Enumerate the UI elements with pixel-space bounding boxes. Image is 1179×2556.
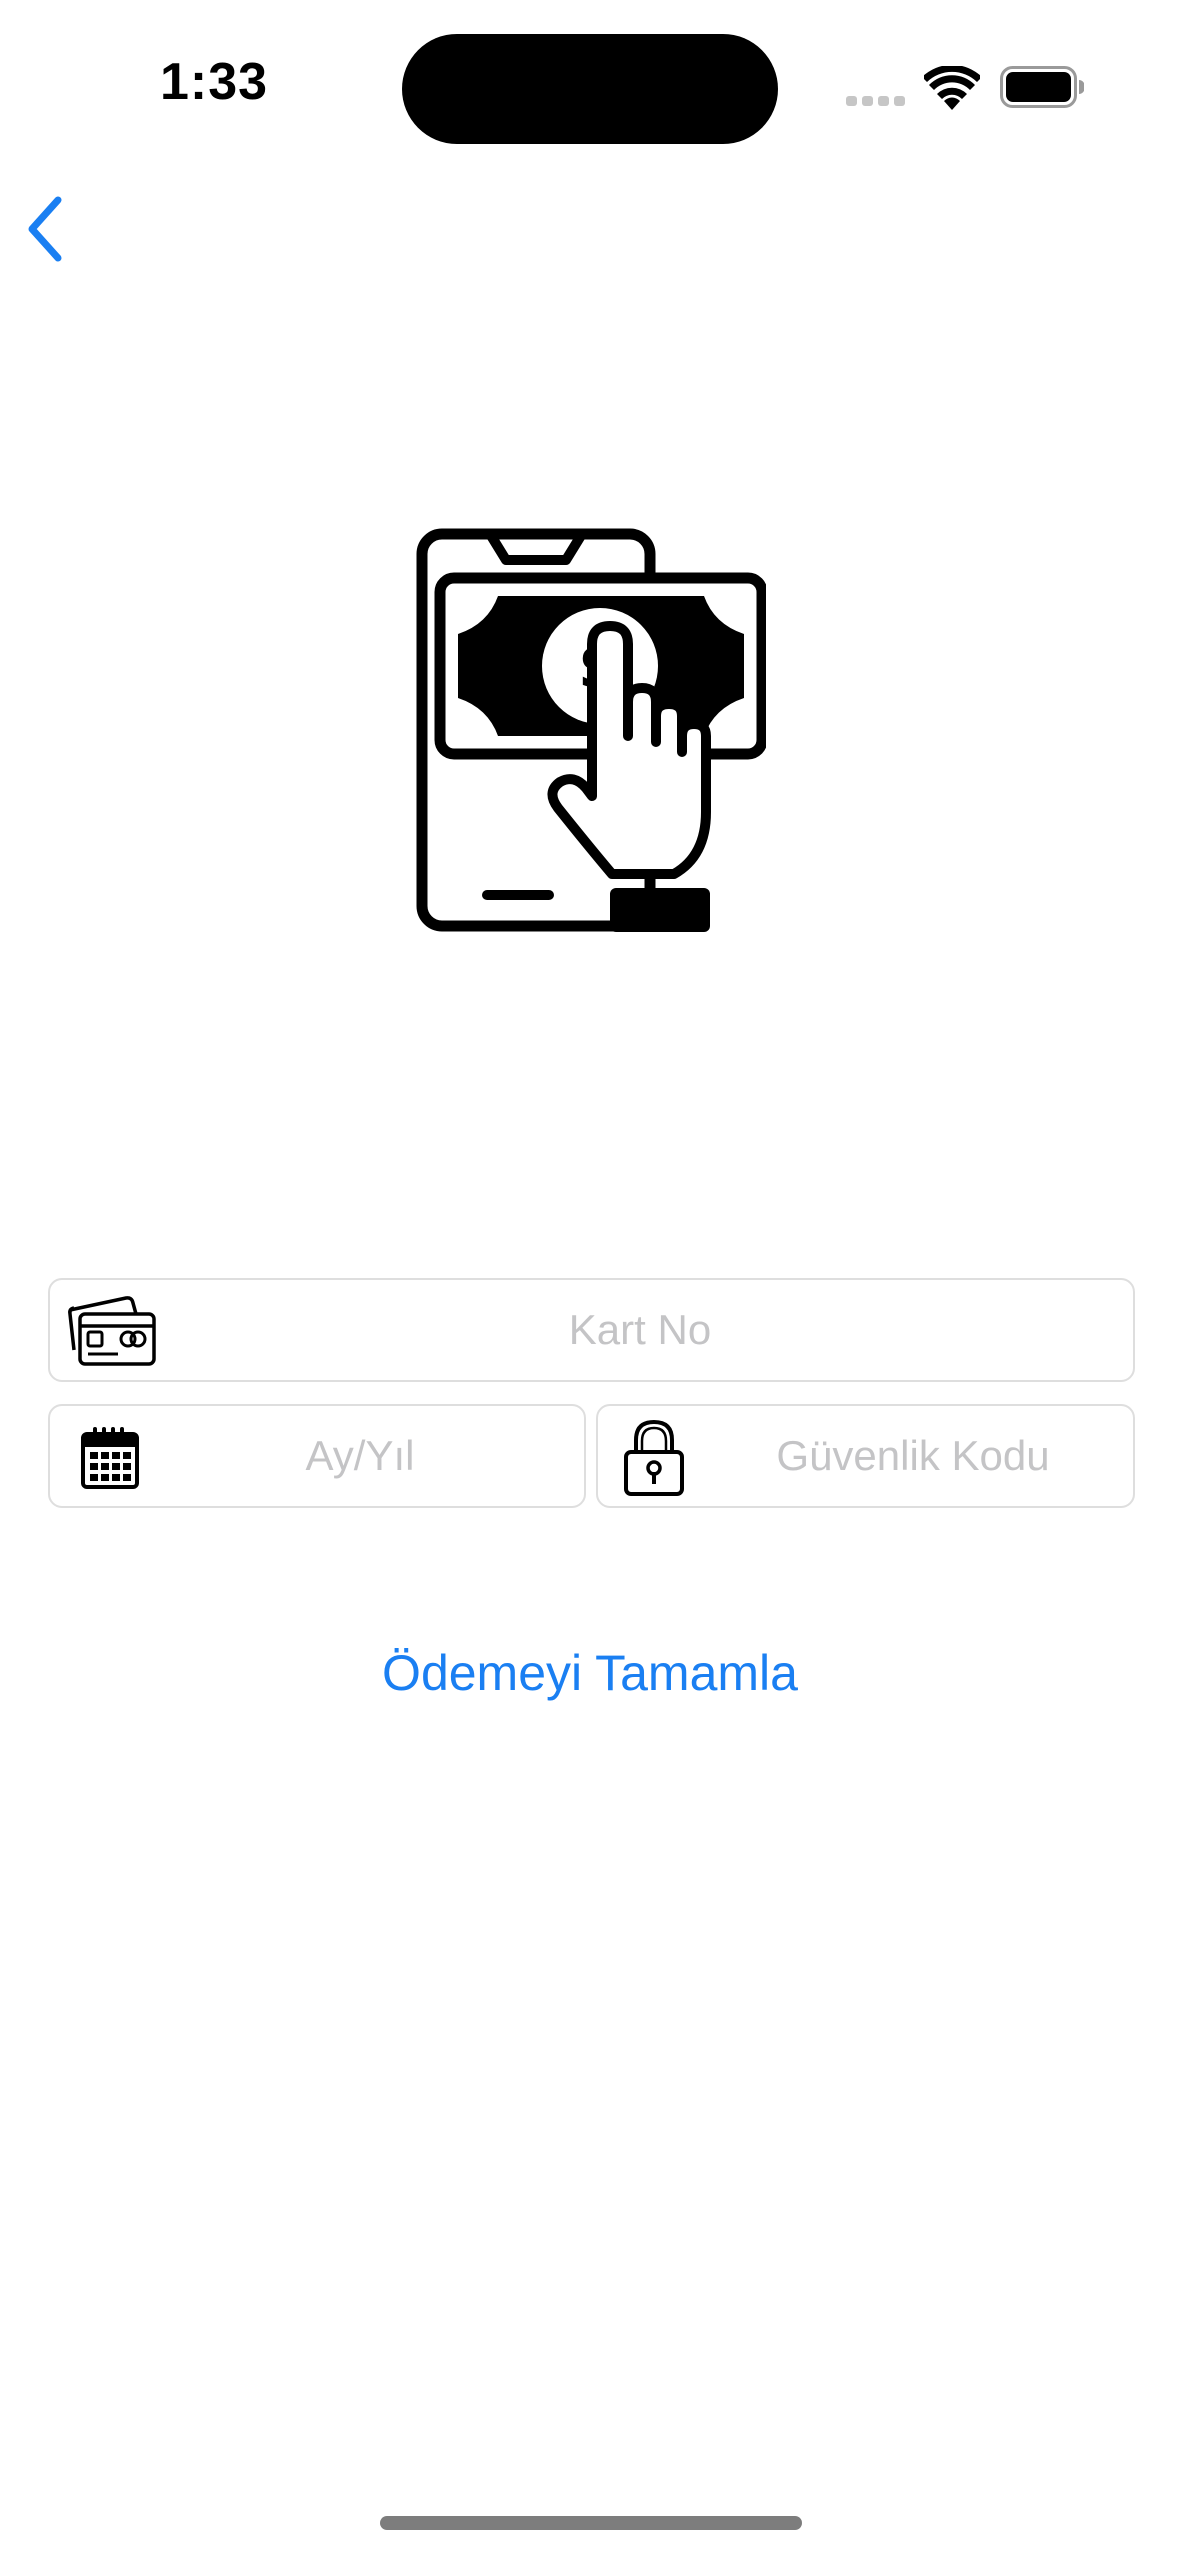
card-number-field[interactable] xyxy=(48,1278,1135,1382)
credit-card-icon xyxy=(68,1296,156,1366)
home-indicator[interactable] xyxy=(380,2516,802,2530)
battery-icon xyxy=(1000,66,1084,108)
security-code-input[interactable] xyxy=(698,1406,1128,1506)
status-bar-time: 1:33 xyxy=(160,53,269,111)
back-button[interactable] xyxy=(14,186,86,272)
calendar-icon xyxy=(81,1427,139,1489)
expiry-date-field[interactable] xyxy=(48,1404,586,1508)
expiry-date-input[interactable] xyxy=(150,1406,570,1506)
padlock-icon xyxy=(624,1419,684,1496)
mobile-payment-icon: $ xyxy=(416,528,766,932)
card-number-input[interactable] xyxy=(170,1280,1110,1380)
cellular-signal-icon xyxy=(846,96,908,106)
security-code-field[interactable] xyxy=(596,1404,1135,1508)
dynamic-island xyxy=(402,34,778,144)
chevron-left-icon xyxy=(28,196,62,262)
complete-payment-button[interactable]: Ödemeyi Tamamla xyxy=(290,1632,890,1714)
wifi-icon xyxy=(924,66,980,110)
